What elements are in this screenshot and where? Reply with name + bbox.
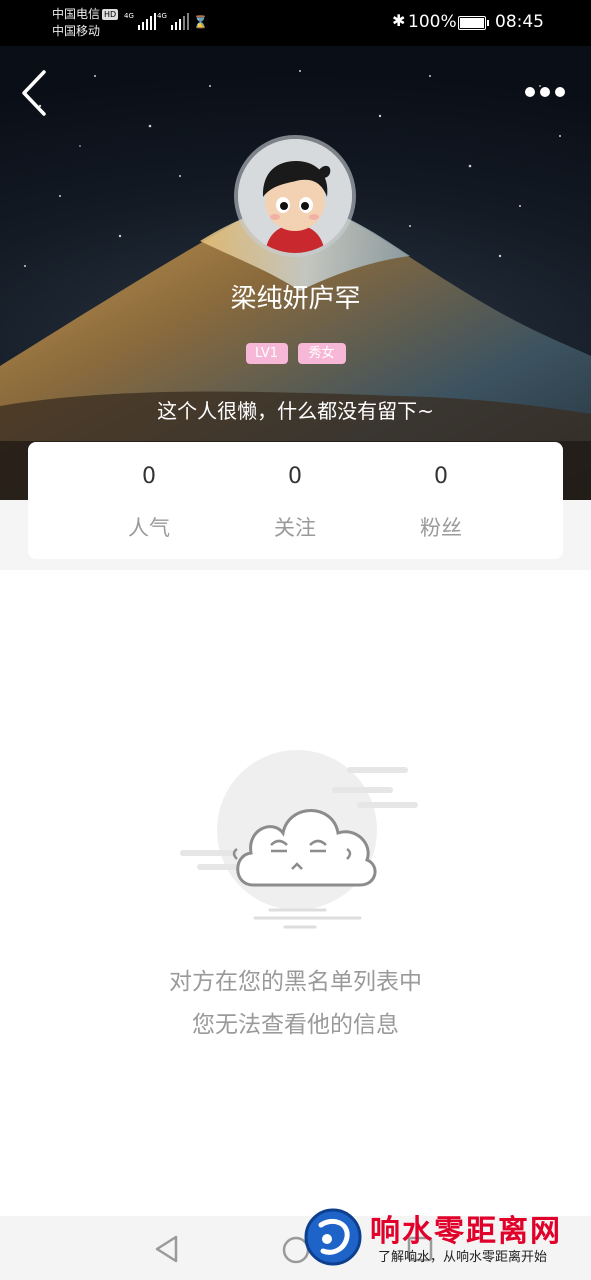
carrier-2: 中国移动 xyxy=(52,24,101,38)
avatar[interactable] xyxy=(238,139,352,253)
network-type-2: 4G xyxy=(157,12,167,20)
more-options-button[interactable] xyxy=(520,81,570,103)
carrier-1: 中国电信 xyxy=(52,7,101,21)
signal-1-icon: 4G xyxy=(124,12,156,30)
stat-value: 0 xyxy=(288,464,302,489)
stat-label: 关注 xyxy=(274,516,316,540)
mountain-night-background xyxy=(0,70,591,500)
hd-badge: HD xyxy=(102,9,119,20)
stat-label: 人气 xyxy=(128,516,170,540)
stats-card: 0 人气 0 关注 0 粉丝 xyxy=(28,442,563,559)
hourglass-icon: ⌛ xyxy=(193,15,208,29)
sad-cloud-icon xyxy=(180,750,418,929)
battery-icon xyxy=(458,16,489,30)
cartoon-avatar-icon xyxy=(238,139,352,253)
signal-2-icon: 4G xyxy=(157,12,189,30)
profile-header: 梁纯妍庐罕 LV1 秀女 这个人很懒，什么都没有留下~ xyxy=(0,46,591,500)
stat-value: 0 xyxy=(142,464,156,489)
more-dots-icon xyxy=(525,87,565,97)
network-type-1: 4G xyxy=(124,12,134,20)
level-tag: LV1 xyxy=(245,343,288,364)
watermark-subtitle: 了解响水，从响水零距离开始 xyxy=(378,1250,548,1265)
gender-tag: 秀女 xyxy=(297,343,346,364)
stat-value: 0 xyxy=(434,464,448,489)
clock: 08:45 xyxy=(495,12,544,32)
nav-back-icon[interactable] xyxy=(150,1232,184,1266)
profile-tags: LV1 秀女 xyxy=(0,343,591,364)
profile-bio: 这个人很懒，什么都没有留下~ xyxy=(157,399,434,423)
blocked-message-line2: 您无法查看他的信息 xyxy=(192,1012,399,1038)
watermark-title: 响水零距离网 xyxy=(370,1214,562,1249)
back-button[interactable] xyxy=(16,68,56,118)
blocked-message-line1: 对方在您的黑名单列表中 xyxy=(169,969,422,995)
status-bar: 中国电信 HD 中国移动 4G 4G ⌛ ✱ 100% 08:45 xyxy=(0,0,591,46)
battery-percent: 100% xyxy=(408,12,457,32)
watermark-logo-icon xyxy=(304,1208,362,1266)
username: 梁纯妍庐罕 xyxy=(230,284,361,314)
bluetooth-icon: ✱ xyxy=(392,11,406,30)
chevron-left-icon xyxy=(22,70,46,116)
carrier-info: 中国电信 HD 中国移动 xyxy=(52,6,119,40)
stat-label: 粉丝 xyxy=(420,516,462,540)
